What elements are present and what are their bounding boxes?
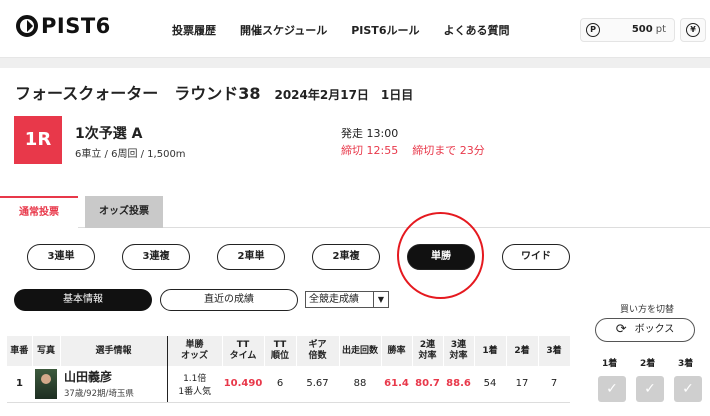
rider-info-cell: 山田義彦 37歳/92期/埼玉県 xyxy=(60,366,168,403)
race-name: 1次予選 A xyxy=(75,126,143,142)
race-number-badge: 1R xyxy=(14,116,62,164)
popularity: 1番人気 xyxy=(178,386,212,397)
col-win-odds: 単勝 オッズ xyxy=(167,336,223,366)
col-win-rate: 勝率 xyxy=(381,336,413,366)
win-odds-cell: 1.1倍 1番人気 xyxy=(167,366,222,403)
col-two-rate: 2連 対率 xyxy=(412,336,444,366)
main-nav: 投票履歴 開催スケジュール PIST6ルール よくある質問 xyxy=(172,22,533,38)
col-gear: ギア 倍数 xyxy=(296,336,340,366)
rider-name: 山田義彦 xyxy=(64,370,113,385)
first-count: 54 xyxy=(474,366,506,403)
box-toggle-button[interactable]: ⟳ ボックス xyxy=(595,318,695,342)
points-value: 500 pt xyxy=(632,24,666,35)
rider-photo xyxy=(35,368,57,399)
tab-odds-vote[interactable]: オッズ投票 xyxy=(85,196,163,228)
win-odds: 1.1倍 xyxy=(183,373,207,384)
highlight-circle xyxy=(397,212,484,299)
deadline: 締切 12:55 締切まで 23分 xyxy=(341,142,485,158)
nav-schedule[interactable]: 開催スケジュール xyxy=(240,22,327,38)
check-first-icon[interactable]: ✓ xyxy=(598,376,626,402)
position-label-2: 2着 xyxy=(640,359,656,369)
col-tt-rank: TT 順位 xyxy=(264,336,297,366)
basic-info-tab[interactable]: 基本情報 xyxy=(14,289,152,311)
bet-exacta-button[interactable]: 2車単 xyxy=(217,244,285,270)
bet-quinella-button[interactable]: 2車複 xyxy=(312,244,380,270)
rider-profile: 37歳/92期/埼玉県 xyxy=(64,389,134,400)
yen-icon: ¥ xyxy=(686,23,700,37)
position-label-1: 1着 xyxy=(602,359,618,369)
results-select[interactable]: 全競走成績 ▼ xyxy=(305,291,389,308)
table-row[interactable]: 1 山田義彦 37歳/92期/埼玉県 1.1倍 1番人気 10.490 6 5.… xyxy=(7,366,570,403)
refresh-icon: ⟳ xyxy=(615,322,627,337)
race-title-text: フォースクォーター ラウンド38 xyxy=(15,84,261,103)
start-count: 88 xyxy=(339,366,381,403)
yen-button[interactable]: ¥ xyxy=(680,18,706,42)
points-icon: P xyxy=(586,23,600,37)
col-second: 2着 xyxy=(506,336,539,366)
col-third: 3着 xyxy=(538,336,571,366)
rider-table: 車番 写真 選手情報 単勝 オッズ TT タイム TT 順位 ギア 倍数 出走回… xyxy=(7,336,571,403)
deadline-remaining: 締切まで 23分 xyxy=(412,144,485,157)
third-count: 7 xyxy=(538,366,570,403)
dropdown-arrow-icon: ▼ xyxy=(373,292,388,307)
tab-normal-vote[interactable]: 通常投票 xyxy=(0,196,78,228)
col-car-number: 車番 xyxy=(7,336,33,366)
race-date: 2024年2月17日 1日目 xyxy=(274,88,414,102)
check-second-icon[interactable]: ✓ xyxy=(636,376,664,402)
two-rate: 80.7 xyxy=(412,366,443,403)
rider-photo-cell xyxy=(32,366,60,403)
points-display[interactable]: P 500 pt xyxy=(580,18,675,42)
three-rate: 88.6 xyxy=(443,366,474,403)
check-third-icon[interactable]: ✓ xyxy=(674,376,702,402)
col-first: 1着 xyxy=(474,336,507,366)
col-three-rate: 3連 対率 xyxy=(443,336,475,366)
deadline-time: 締切 12:55 xyxy=(341,144,399,157)
results-select-value: 全競走成績 xyxy=(309,294,359,305)
car-number: 1 xyxy=(7,366,32,403)
win-rate: 61.4 xyxy=(381,366,412,403)
start-time: 発走 13:00 xyxy=(341,127,399,140)
tt-time: 10.490 xyxy=(222,366,264,403)
nav-rules[interactable]: PIST6ルール xyxy=(351,22,419,38)
gear-ratio: 5.67 xyxy=(296,366,339,403)
header-divider xyxy=(0,58,710,68)
col-tt-time: TT タイム xyxy=(222,336,265,366)
bet-wide-button[interactable]: ワイド xyxy=(502,244,570,270)
col-photo: 写真 xyxy=(32,336,61,366)
second-count: 17 xyxy=(506,366,538,403)
table-header-row: 車番 写真 選手情報 単勝 オッズ TT タイム TT 順位 ギア 倍数 出走回… xyxy=(7,336,571,366)
box-label: ボックス xyxy=(634,324,675,335)
position-label-3: 3着 xyxy=(678,359,694,369)
bet-trifecta-button[interactable]: 3連単 xyxy=(27,244,95,270)
col-rider-info: 選手情報 xyxy=(60,336,168,366)
recent-results-tab[interactable]: 直近の成績 xyxy=(160,289,298,311)
tt-rank: 6 xyxy=(264,366,296,403)
header: PIST6 投票履歴 開催スケジュール PIST6ルール よくある質問 P 50… xyxy=(0,0,710,58)
bet-trio-button[interactable]: 3連複 xyxy=(122,244,190,270)
logo-mark-icon xyxy=(16,15,38,37)
points-unit: pt xyxy=(655,24,666,35)
points-amount: 500 xyxy=(631,24,653,35)
nav-vote-history[interactable]: 投票履歴 xyxy=(172,22,216,38)
buy-method-label: 買い方を切替 xyxy=(620,305,675,315)
logo-text: PIST6 xyxy=(41,14,111,38)
nav-faq[interactable]: よくある質問 xyxy=(443,22,509,38)
pist6-logo[interactable]: PIST6 xyxy=(16,14,111,38)
col-starts: 出走回数 xyxy=(339,336,382,366)
race-details: 6車立 / 6周回 / 1,500m xyxy=(75,149,186,160)
race-title: フォースクォーター ラウンド38 2024年2月17日 1日目 xyxy=(15,80,413,104)
